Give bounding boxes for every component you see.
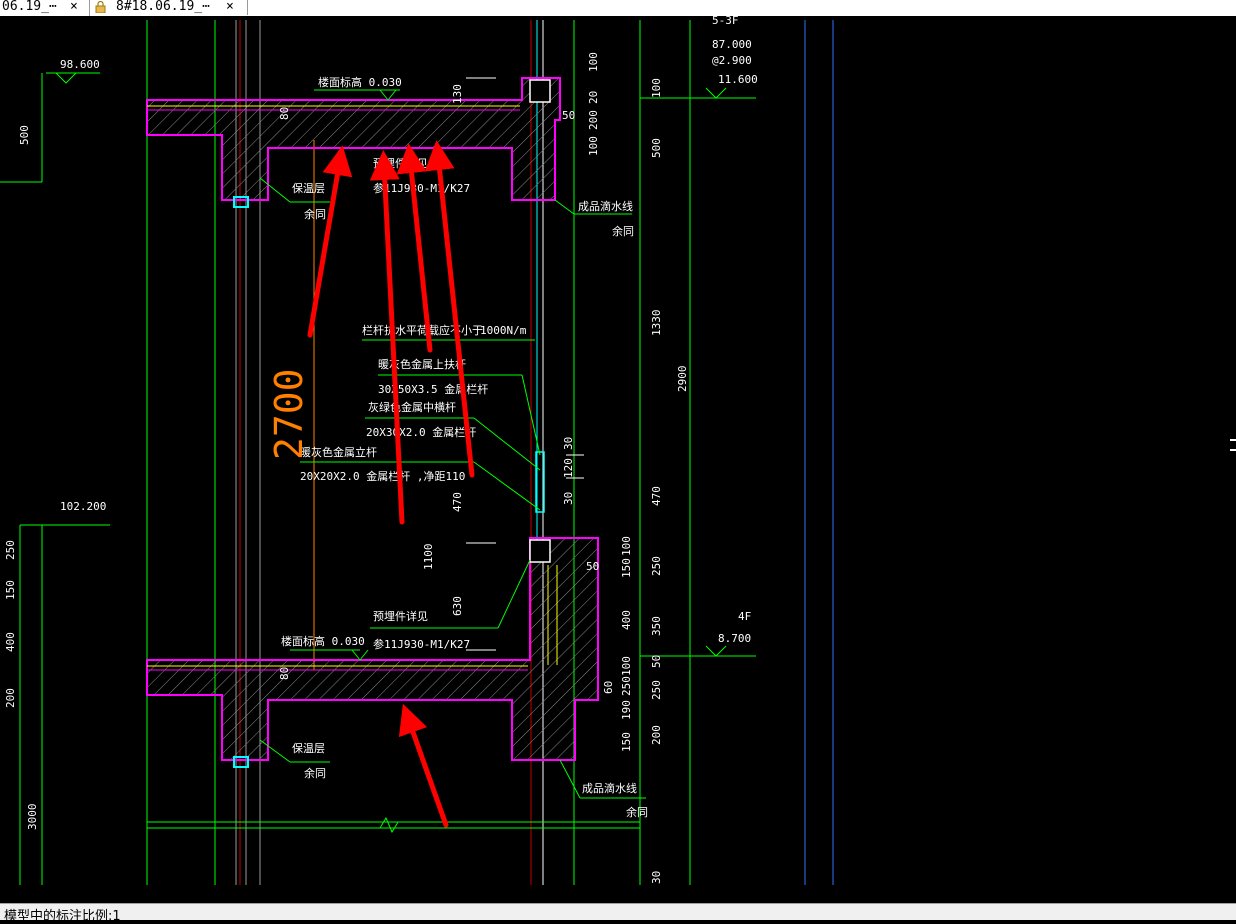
dim-label: 3000 — [26, 804, 39, 831]
dim-label: 2900 — [676, 366, 689, 393]
dim-label: 200 — [650, 725, 663, 745]
status-text: 模型中的标注比例:1 — [4, 909, 121, 924]
dim-label: 1100 — [422, 544, 435, 571]
tab-drawing-1[interactable]: 06.19_⋯ × — [0, 0, 88, 15]
blue-lines — [804, 20, 834, 885]
dim-label: 120 — [562, 458, 575, 478]
dim-label: 500 — [18, 125, 31, 145]
same-label: 余同 — [626, 805, 648, 819]
document-tab-bar: 06.19_⋯ × 8#18.06.19_⋯ × — [0, 0, 1236, 17]
dim-label: 20 — [587, 91, 600, 104]
level-value: 87.000 — [712, 38, 752, 51]
same-label: 余同 — [304, 207, 326, 221]
dim-label: 400 — [620, 610, 633, 630]
upper-slab — [146, 77, 561, 208]
dim-label: 250 — [650, 680, 663, 700]
railing-load-value: 1000N/m — [480, 324, 527, 337]
dim-label: 150 — [620, 732, 633, 752]
cursor-icon — [1230, 439, 1236, 451]
dim-label: 250 — [620, 676, 633, 696]
dim-label: 250 — [4, 540, 17, 560]
dim-label: 150 — [620, 558, 633, 578]
dim-label: 30 — [562, 492, 575, 505]
dim-label: 350 — [650, 616, 663, 636]
dim-label: 50 — [586, 560, 599, 573]
dim-label: 100 — [650, 78, 663, 98]
red-annotation-arrows — [307, 140, 475, 828]
dim-label: 30 — [650, 871, 663, 884]
dim-label: 30 — [562, 437, 575, 450]
level-value: @2.900 — [712, 54, 752, 67]
floor-level-label: 楼面标高 0.030 — [281, 634, 365, 648]
dim-label: 400 — [4, 632, 17, 652]
level-label-mid-left: 102.200 — [60, 500, 106, 513]
dim-label: 630 — [451, 596, 464, 616]
level-value: 8.700 — [718, 632, 751, 645]
floor-label: 4F — [738, 610, 751, 623]
same-label: 余同 — [304, 766, 326, 780]
dim-label: 500 — [650, 138, 663, 158]
dim-label: 200 — [587, 110, 600, 130]
embed-note: 预埋件详见 — [373, 609, 428, 623]
top-rail-label: 暖灰色金属上扶杆 — [378, 357, 466, 371]
embed-ref: 参11J930-M1/K27 — [373, 637, 470, 651]
insulation-label: 保温层 — [292, 741, 325, 755]
insulation-label: 保温层 — [292, 181, 325, 195]
floor-level-label: 楼面标高 0.030 — [318, 75, 402, 89]
dim-label: 200 — [4, 688, 17, 708]
level-label-top-left: 98.600 — [60, 58, 100, 71]
dim-label: 130 — [451, 84, 464, 104]
post-spec: 20X20X2.0 金属栏杆 ,净距110 — [300, 469, 465, 483]
dim-label: 100 — [587, 136, 600, 156]
mid-rail-label: 灰绿色金属中横杆 — [368, 400, 456, 414]
tab-label: 8#18.06.19_⋯ — [116, 0, 210, 14]
close-icon[interactable]: × — [226, 0, 234, 14]
dim-label: 150 — [4, 580, 17, 600]
level-value: 11.600 — [718, 73, 758, 86]
embed-note: 预埋件详见 — [373, 156, 428, 170]
dim-label: 100 — [587, 52, 600, 72]
dim-label: 100 — [620, 536, 633, 556]
dim-label: 50 — [562, 109, 575, 122]
post-label: 暖灰色金属立杆 — [300, 445, 377, 459]
lock-icon — [95, 0, 106, 14]
tab-label: 06.19_⋯ — [2, 0, 57, 14]
close-icon[interactable]: × — [70, 0, 78, 14]
dim-label: 60 — [602, 681, 615, 694]
dim-label: 250 — [650, 556, 663, 576]
dim-label: 470 — [650, 486, 663, 506]
mid-rail-spec: 20X30X2.0 金属栏杆 — [366, 425, 476, 439]
dim-label: 100 — [620, 656, 633, 676]
dim-label: 1330 — [650, 310, 663, 337]
dim-label: 190 — [620, 700, 633, 720]
drawing-canvas[interactable]: 98.600 102.200 楼面标高 0.030 楼面标高 0.030 预埋件… — [0, 14, 1236, 885]
level-header: 5-3F — [712, 16, 739, 27]
status-bar: 模型中的标注比例:1 — [0, 903, 1236, 924]
drip-line-label: 成品滴水线 — [578, 199, 633, 213]
railing-load-label: 栏杆抗水平荷载应不小于 — [362, 323, 483, 337]
dim-label: 50 — [650, 655, 663, 668]
dim-label: 80 — [278, 107, 291, 120]
big-dimension-label: 2700 — [267, 368, 311, 460]
same-label: 余同 — [612, 224, 634, 238]
tab-drawing-2[interactable]: 8#18.06.19_⋯ × — [92, 0, 248, 15]
drip-line-label: 成品滴水线 — [582, 781, 637, 795]
dim-label: 470 — [451, 492, 464, 512]
dim-label: 80 — [278, 667, 291, 680]
